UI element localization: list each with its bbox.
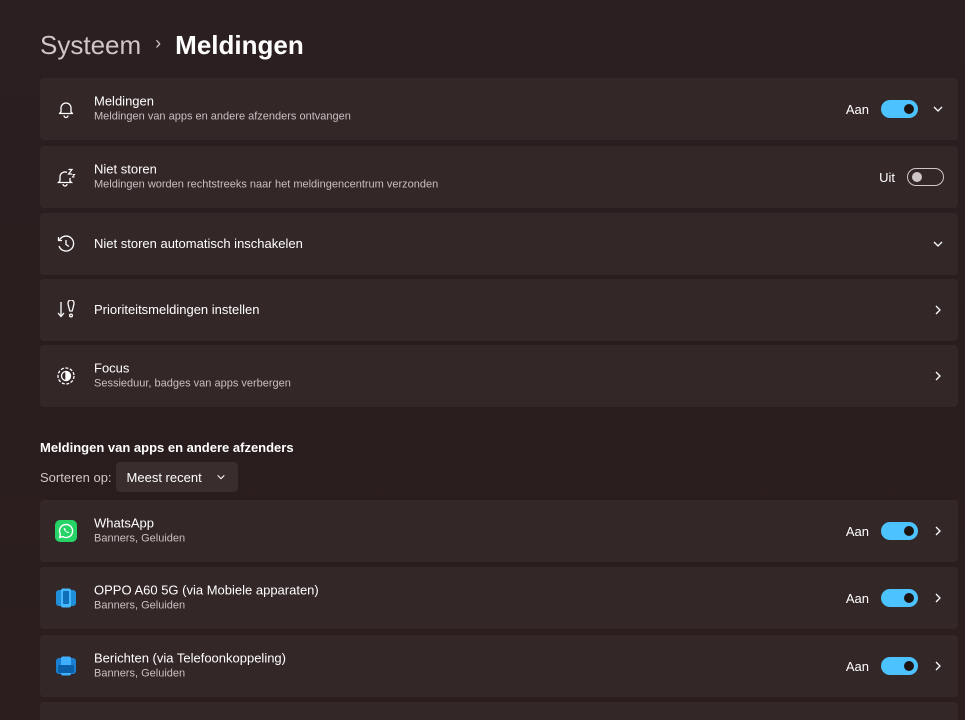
phone-link-icon: [55, 655, 77, 677]
chevron-right-icon[interactable]: [932, 592, 944, 604]
breadcrumb-parent[interactable]: Systeem: [40, 28, 141, 62]
bell-icon: [55, 98, 77, 120]
toggle-state-label: Aan: [845, 658, 869, 674]
app-title: Berichten (via Telefoonkoppeling): [94, 650, 286, 666]
app-oppo[interactable]: OPPO A60 5G (via Mobiele apparaten) Bann…: [40, 567, 958, 629]
focus-icon: [55, 365, 77, 387]
app-row-partial[interactable]: [40, 702, 958, 720]
setting-focus[interactable]: Focus Sessieduur, badges van apps verber…: [40, 345, 958, 407]
setting-title: Niet storen: [94, 161, 157, 177]
whatsapp-icon: [55, 520, 77, 542]
page-title: Meldingen: [175, 30, 304, 60]
app-subtitle: Banners, Geluiden: [94, 667, 186, 680]
oppo-toggle[interactable]: [881, 589, 918, 607]
berichten-toggle[interactable]: [881, 657, 918, 675]
chevron-right-icon[interactable]: [932, 370, 944, 382]
niet-storen-toggle[interactable]: [907, 168, 944, 186]
app-title: OPPO A60 5G (via Mobiele apparaten): [94, 582, 319, 598]
chevron-right-icon[interactable]: [932, 525, 944, 537]
sort-dropdown[interactable]: Meest recent: [115, 462, 238, 492]
chevron-down-icon[interactable]: [932, 103, 944, 115]
sort-value: Meest recent: [126, 469, 202, 485]
chevron-down-icon[interactable]: [932, 238, 944, 250]
setting-title: Meldingen: [94, 93, 154, 109]
setting-subtitle: Meldingen van apps en andere afzenders o…: [94, 110, 351, 123]
toggle-state-label: Aan: [845, 523, 869, 539]
setting-subtitle: Meldingen worden rechtstreeks naar het m…: [94, 178, 439, 191]
toggle-state-label: Aan: [845, 101, 869, 117]
setting-subtitle: Sessieduur, badges van apps verbergen: [94, 377, 291, 390]
chevron-right-icon[interactable]: [932, 304, 944, 316]
bell-snooze-icon: [55, 166, 77, 188]
sort-label: Sorteren op:: [40, 469, 112, 485]
mobile-devices-icon: [55, 587, 77, 609]
breadcrumb: Systeem › Meldingen: [40, 28, 304, 62]
toggle-state-label: Aan: [845, 590, 869, 606]
meldingen-toggle[interactable]: [881, 100, 918, 118]
breadcrumb-separator-icon: ›: [155, 33, 162, 53]
setting-prioriteit[interactable]: Prioriteitsmeldingen instellen: [40, 279, 958, 341]
app-berichten[interactable]: Berichten (via Telefoonkoppeling) Banner…: [40, 635, 958, 697]
priority-icon: [55, 299, 77, 321]
app-title: WhatsApp: [94, 515, 154, 531]
setting-title: Niet storen automatisch inschakelen: [94, 236, 303, 251]
app-subtitle: Banners, Geluiden: [94, 599, 186, 612]
setting-title: Prioriteitsmeldingen instellen: [94, 302, 260, 317]
setting-title: Focus: [94, 360, 130, 376]
whatsapp-toggle[interactable]: [881, 522, 918, 540]
clock-icon: [55, 233, 77, 255]
setting-niet-storen[interactable]: Niet storen Meldingen worden rechtstreek…: [40, 146, 958, 208]
toggle-state-label: Uit: [879, 169, 895, 185]
setting-niet-storen-auto[interactable]: Niet storen automatisch inschakelen: [40, 213, 958, 275]
setting-meldingen[interactable]: Meldingen Meldingen van apps en andere a…: [40, 78, 958, 140]
sort-row: Sorteren op: Meest recent: [40, 462, 238, 492]
chevron-right-icon[interactable]: [932, 660, 944, 672]
chevron-down-icon: [216, 472, 226, 482]
app-subtitle: Banners, Geluiden: [94, 532, 186, 545]
app-whatsapp[interactable]: WhatsApp Banners, Geluiden Aan: [40, 500, 958, 562]
section-title: Meldingen van apps en andere afzenders: [40, 440, 294, 455]
